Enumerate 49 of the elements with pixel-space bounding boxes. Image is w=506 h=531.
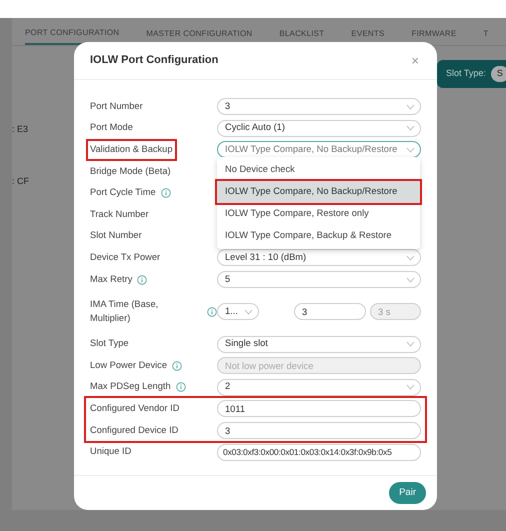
dropdown-option[interactable]: No Device check — [217, 159, 420, 181]
select-field[interactable]: 2 — [217, 378, 421, 396]
row-label: : E3 — [12, 123, 28, 136]
field-label: IMA Time (Base, Multiplier) — [90, 298, 160, 325]
input-field[interactable]: 0x03:0xf3:0x00:0x01:0x03:0x14:0x3f:0x9b:0x5 — [217, 444, 421, 461]
info-icon[interactable] — [176, 382, 186, 392]
field-label: Bridge Mode (Beta) — [90, 164, 171, 178]
field-label: Configured Vendor ID — [90, 402, 180, 415]
caret-icon — [406, 341, 415, 348]
field-label: Max PDSeg Length — [90, 380, 171, 394]
field-label: Port Cycle Time — [90, 186, 156, 200]
dropdown-option[interactable]: IOLW Type Compare, No Backup/Restore — [217, 180, 420, 203]
caret-icon — [406, 146, 415, 153]
field-label: Port Mode — [90, 121, 133, 134]
field-label: Unique ID — [90, 445, 132, 458]
input-field[interactable]: 1011 — [217, 400, 421, 418]
caret-icon — [244, 308, 253, 315]
caret-icon — [406, 104, 415, 110]
dropdown-option[interactable]: IOLW Type Compare, Backup & Restore — [217, 224, 420, 247]
row-label: : CF — [12, 175, 29, 188]
select-field[interactable]: IOLW Type Compare, No Backup/Restore — [217, 141, 421, 158]
caret-icon — [406, 276, 415, 283]
field-label: Configured Device ID — [90, 424, 178, 437]
select-field[interactable]: Single slot — [217, 336, 421, 353]
caret-icon — [406, 125, 415, 132]
pair-button[interactable]: Pair — [389, 482, 426, 504]
info-icon[interactable] — [137, 274, 148, 285]
input-field[interactable]: 3 — [217, 422, 421, 440]
input-field[interactable]: 3 — [294, 303, 366, 320]
select-field[interactable]: Cyclic Auto (1) — [217, 120, 421, 137]
field-label: Low Power Device — [90, 358, 167, 372]
field-label: Slot Type — [90, 337, 129, 350]
select-field[interactable]: 3 — [217, 98, 421, 116]
caret-icon — [406, 384, 415, 390]
caret-icon — [406, 254, 415, 261]
field-label: Slot Number — [90, 229, 142, 242]
select-field[interactable]: 1... — [217, 303, 259, 320]
slot-type-label: Slot Type: — [446, 67, 486, 80]
field-label: Device Tx Power — [90, 250, 160, 264]
field-label: Port Number — [90, 100, 143, 113]
field-label: Max Retry — [90, 272, 132, 286]
field-label: Track Number — [90, 208, 149, 221]
info-icon[interactable] — [160, 188, 171, 198]
info-icon[interactable] — [207, 306, 217, 317]
slot-type-chip[interactable]: S — [490, 66, 506, 82]
select-field[interactable]: Level 31 : 10 (dBm) — [217, 249, 421, 266]
modal-title: IOLW Port Configuration — [90, 53, 218, 68]
select-field[interactable]: 5 — [217, 271, 421, 288]
info-icon[interactable] — [172, 360, 182, 371]
